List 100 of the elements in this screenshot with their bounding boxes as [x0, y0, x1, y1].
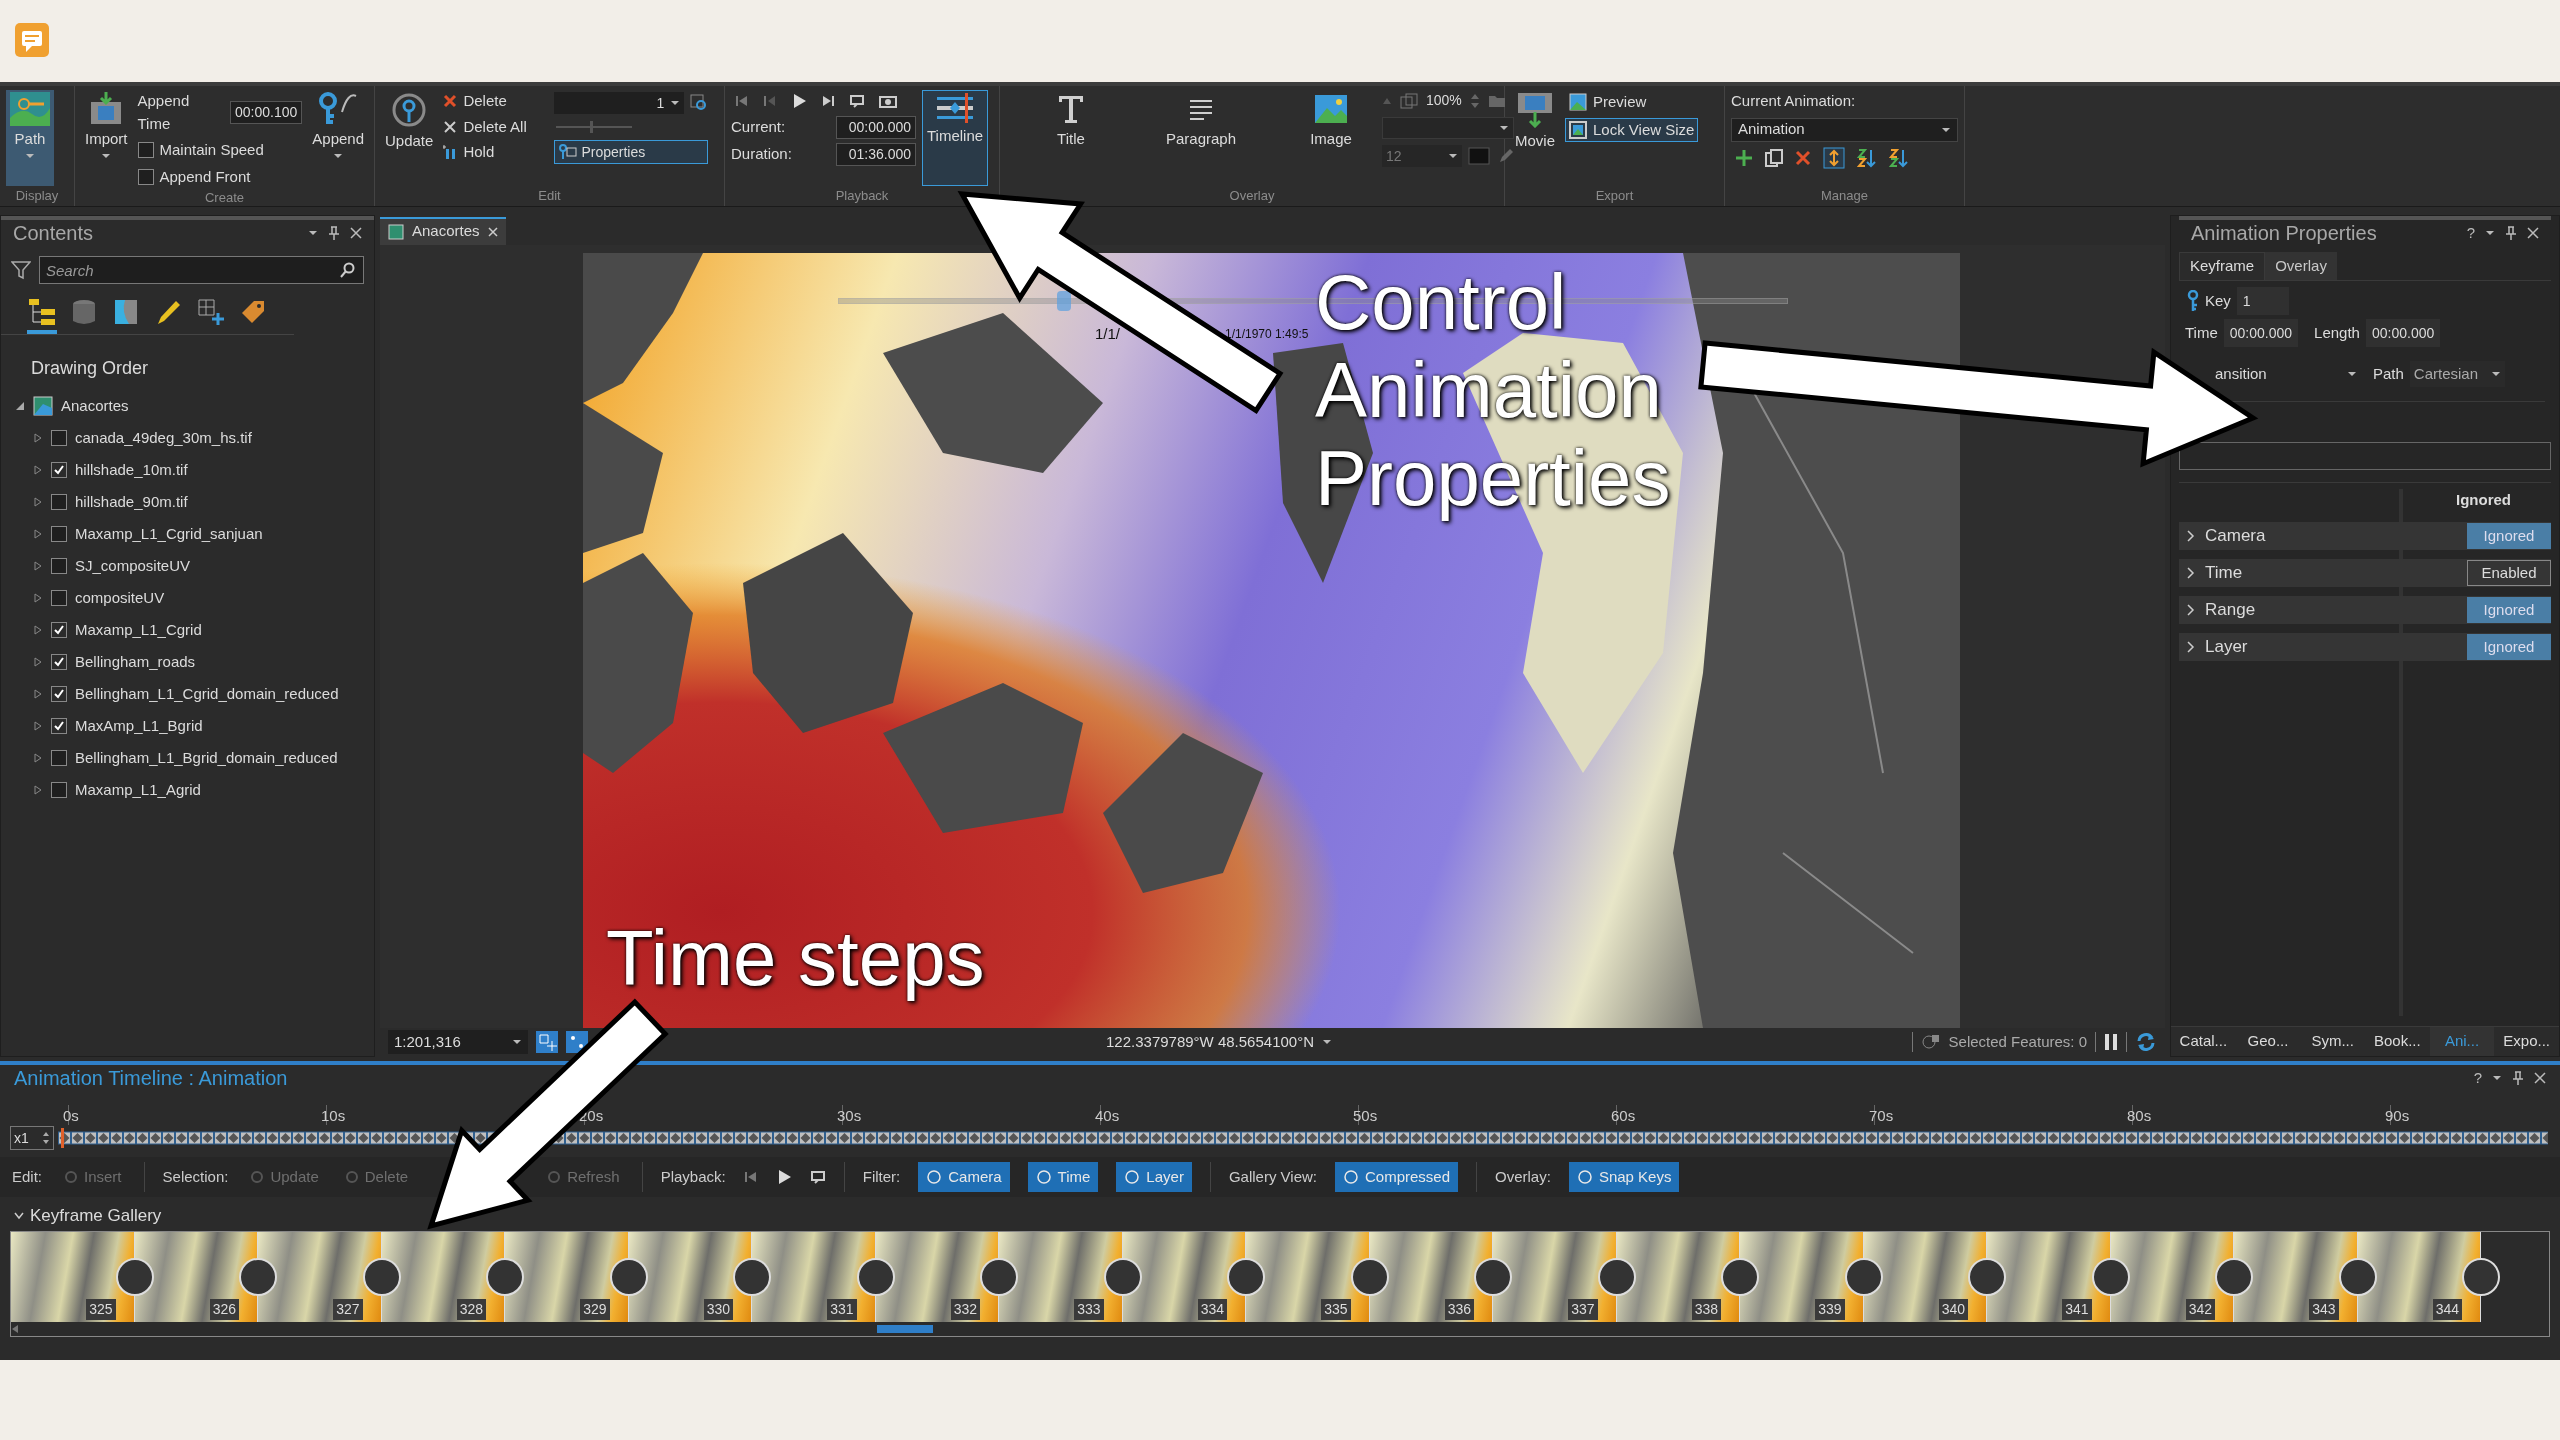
scale-dropdown[interactable]: 1:201,316 [388, 1030, 528, 1055]
expand-triangle-icon[interactable] [33, 433, 43, 443]
chevron-icon[interactable] [2187, 530, 2195, 542]
camera-icon[interactable] [879, 94, 897, 108]
layer-name[interactable]: canada_49deg_30m_hs.tif [75, 426, 252, 450]
dock-tab[interactable]: Catal... [2171, 1027, 2236, 1056]
skip-end-icon[interactable] [821, 94, 835, 108]
keyframe-thumbnail[interactable]: 337 [1493, 1232, 1617, 1322]
key-field[interactable]: 1 [2236, 287, 2289, 315]
layer-name[interactable]: MaxAmp_L1_Bgrid [75, 714, 203, 738]
filter-toggle[interactable]: Snap Keys [1568, 1162, 1680, 1192]
filter-toggle[interactable]: Camera [918, 1162, 1010, 1192]
map-name[interactable]: Anacortes [61, 394, 129, 418]
filter-field[interactable] [2179, 442, 2551, 470]
sort-descending-icon[interactable] [1889, 147, 1909, 168]
command-button[interactable]: Delete [443, 90, 549, 113]
path-dropdown[interactable]: Cartesian [2409, 361, 2505, 387]
expand-triangle-icon[interactable] [33, 625, 43, 635]
checkbox[interactable] [51, 526, 67, 542]
checkbox[interactable] [51, 622, 67, 638]
filter-toggle[interactable]: Compressed [1335, 1162, 1459, 1192]
export-option-button[interactable]: Preview [1565, 90, 1699, 114]
pin-icon[interactable] [2505, 226, 2517, 240]
chevron-icon[interactable] [2187, 641, 2195, 653]
scroll-left-icon[interactable] [11, 1324, 19, 1334]
pin-icon[interactable] [2512, 1071, 2524, 1085]
expand-triangle-icon[interactable] [33, 721, 43, 731]
layer-name[interactable]: Maxamp_L1_Cgrid_sanjuan [75, 522, 263, 546]
layer-name[interactable]: Maxamp_L1_Cgrid [75, 618, 202, 642]
skip-start-icon[interactable] [743, 1170, 758, 1184]
append-button[interactable]: Append [308, 90, 368, 188]
path-button[interactable]: Path [6, 90, 54, 186]
dock-tab[interactable]: Book... [2365, 1027, 2430, 1056]
keyframe-thumbnail[interactable]: 341 [1987, 1232, 2111, 1322]
help-button[interactable]: ? [2466, 221, 2475, 245]
expand-triangle-icon[interactable] [33, 753, 43, 763]
dock-tab[interactable]: Geo... [2235, 1027, 2301, 1056]
expand-triangle-icon[interactable] [33, 497, 43, 507]
pause-icon[interactable] [2104, 1033, 2118, 1052]
map-tab[interactable]: Anacortes [380, 216, 506, 245]
keyframe-thumbnail[interactable]: 333 [999, 1232, 1123, 1322]
layer-name[interactable]: Maxamp_L1_Agrid [75, 778, 201, 802]
collapse-triangle-icon[interactable] [15, 401, 25, 411]
filter-toggle[interactable]: Layer [1116, 1162, 1192, 1192]
search-field[interactable]: Search [39, 256, 364, 284]
loop-icon[interactable] [809, 1170, 826, 1184]
keyframe-thumbnail[interactable]: 335 [1246, 1232, 1370, 1322]
search-icon[interactable] [340, 262, 356, 278]
keyframe-thumbnail[interactable]: 331 [752, 1232, 876, 1322]
overlay-button[interactable]: Image [1286, 90, 1376, 186]
properties-button[interactable]: Properties [554, 140, 709, 164]
import-button[interactable]: Import [81, 90, 132, 188]
checkbox[interactable] [51, 750, 67, 766]
scrollbar-thumb[interactable] [877, 1325, 933, 1333]
keyframe-thumbnail[interactable]: 343 [2234, 1232, 2358, 1322]
expand-triangle-icon[interactable] [33, 593, 43, 603]
add-icon[interactable] [1735, 148, 1753, 167]
grid-icon[interactable] [536, 1031, 558, 1054]
layer-name[interactable]: SJ_compositeUV [75, 554, 191, 578]
close-icon[interactable] [2534, 1072, 2546, 1084]
filter-toggle[interactable]: Time [1027, 1162, 1099, 1192]
checkbox[interactable] [51, 590, 67, 606]
layer-name[interactable]: hillshade_10m.tif [75, 458, 188, 482]
play-icon[interactable] [791, 93, 807, 109]
pin-icon[interactable] [328, 226, 340, 240]
checkbox[interactable] [51, 430, 67, 446]
length-field[interactable]: 00:00.000 [2365, 319, 2441, 347]
checkbox[interactable] [51, 462, 67, 478]
properties-tab[interactable]: Overlay [2265, 252, 2337, 280]
key-dropdown[interactable]: 1 [554, 92, 685, 114]
dock-tab[interactable]: Ani... [2429, 1027, 2495, 1056]
layer-name[interactable]: Bellingham_L1_Cgrid_domain_reduced [75, 682, 339, 706]
overlay-button[interactable]: Paragraph [1156, 90, 1246, 186]
checkbox[interactable] [51, 782, 67, 798]
chevron-icon[interactable] [2187, 567, 2195, 579]
export-option-button[interactable]: Lock View Size [1565, 118, 1699, 142]
refresh-icon[interactable] [2135, 1031, 2157, 1054]
close-icon[interactable] [350, 227, 362, 239]
checkbox[interactable] [51, 686, 67, 702]
dropdown-caret-icon[interactable] [2485, 230, 2495, 236]
time-field[interactable]: 00:00.000 [2223, 319, 2299, 347]
command-button[interactable]: Hold [443, 141, 549, 164]
keyframe-thumbnail[interactable]: 329 [505, 1232, 629, 1322]
keyframe-thumbnail[interactable]: 339 [1740, 1232, 1864, 1322]
layer-name[interactable]: compositeUV [75, 586, 165, 610]
reorder-icon[interactable] [1823, 146, 1845, 169]
dock-tab[interactable]: Sym... [2300, 1027, 2365, 1056]
duplicate-icon[interactable] [1765, 148, 1783, 167]
remove-icon[interactable] [1795, 149, 1811, 166]
help-button[interactable]: ? [2473, 1066, 2482, 1090]
checkbox[interactable] [51, 558, 67, 574]
filter-icon[interactable] [11, 260, 31, 280]
overlay-button[interactable]: Title [1026, 90, 1116, 186]
layer-name[interactable]: hillshade_90m.tif [75, 490, 188, 514]
checkbox[interactable] [51, 494, 67, 510]
update-button[interactable]: Update [381, 90, 438, 186]
duration-field[interactable]: 01:36.000 [836, 143, 916, 166]
animation-dropdown[interactable]: Animation [1731, 117, 1958, 142]
timeline-button[interactable]: Timeline [922, 90, 989, 186]
dropdown-caret-icon[interactable] [2492, 1075, 2502, 1081]
